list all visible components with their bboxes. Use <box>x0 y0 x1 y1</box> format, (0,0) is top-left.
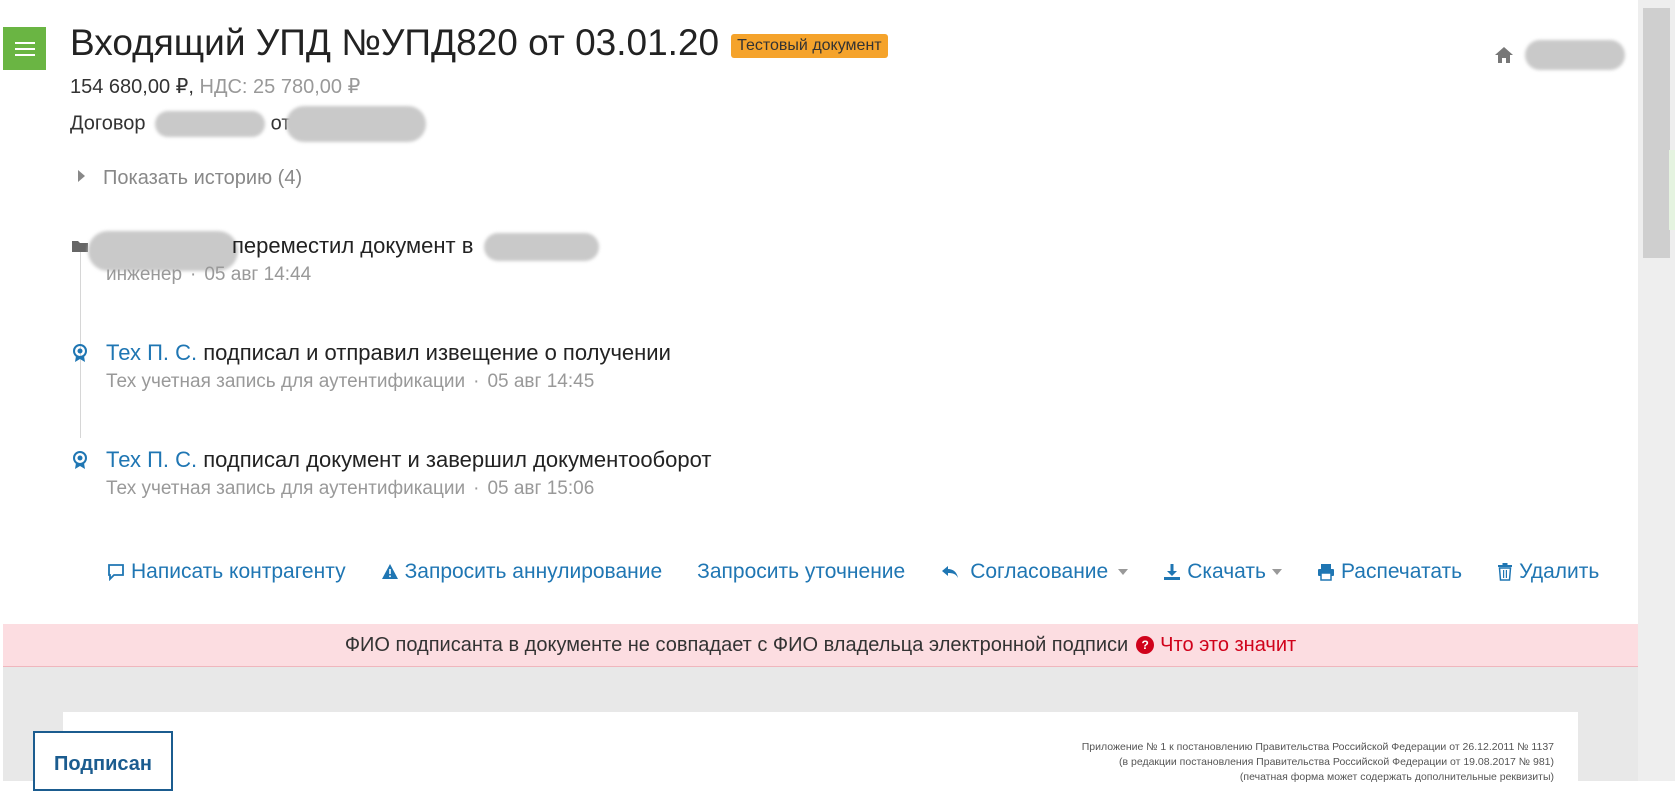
write-counterparty-button[interactable]: Написать контрагенту <box>107 560 346 584</box>
event-time: 05 авг 14:44 <box>204 264 312 285</box>
redacted-org-name <box>1525 40 1625 70</box>
signed-stamp: Подписан <box>33 731 173 791</box>
signer-mismatch-warning: ФИО подписанта в документе не совпадает … <box>3 624 1638 667</box>
vat-value: НДС: 25 780,00 ₽ <box>199 76 361 98</box>
request-clarification-button[interactable]: Запросить уточнение <box>697 560 905 584</box>
warning-text: ФИО подписанта в документе не совпадает … <box>344 633 1129 656</box>
request-cancel-label: Запросить аннулирование <box>404 560 663 583</box>
document-sum: 154 680,00 ₽, НДС: 25 780,00 ₽ <box>70 74 360 99</box>
request-cancel-button[interactable]: Запросить аннулирование <box>381 560 663 584</box>
scrollbar[interactable] <box>1638 0 1675 781</box>
write-counterparty-label: Написать контрагенту <box>131 560 346 583</box>
print-button[interactable]: Распечатать <box>1317 560 1462 584</box>
chevron-down-icon <box>1271 569 1282 575</box>
redacted-contract-date <box>286 106 427 142</box>
event-role: инженер <box>106 264 183 285</box>
event-action: подписал документ и завершил документооб… <box>203 447 712 472</box>
home-icon <box>1495 47 1513 63</box>
comment-icon <box>108 564 124 581</box>
question-icon: ? <box>1136 636 1155 654</box>
approval-dropdown[interactable]: Согласование <box>940 560 1129 584</box>
event-action: подписал и отправил извещение о получени… <box>203 340 671 365</box>
document-header: Входящий УПД №УПД820 от 03.01.20 Тестовы… <box>70 22 888 64</box>
print-label: Распечатать <box>1340 560 1463 583</box>
chevron-down-icon <box>1118 569 1129 575</box>
what-it-means-link[interactable]: Что это значит <box>1160 634 1296 657</box>
show-history-toggle[interactable]: Показать историю (4) <box>78 167 302 190</box>
event-role: Тех учетная запись для аутентификации <box>106 371 466 392</box>
document-actions: Написать контрагенту Запросить аннулиров… <box>107 560 1599 584</box>
contract-line: Договор от <box>70 106 427 142</box>
contract-prefix: Договор <box>70 112 146 135</box>
delete-button[interactable]: Удалить <box>1497 560 1599 584</box>
delete-label: Удалить <box>1519 560 1600 583</box>
award-icon <box>73 451 87 469</box>
sum-value: 154 680,00 ₽, <box>70 76 194 98</box>
award-icon <box>73 344 87 362</box>
download-label: Скачать <box>1187 560 1266 583</box>
approval-label: Согласование <box>970 560 1109 583</box>
show-history-label: Показать историю (4) <box>103 167 303 189</box>
page-title: Входящий УПД №УПД820 от 03.01.20 <box>70 22 720 63</box>
test-document-badge: Тестовый документ <box>731 34 888 58</box>
hamburger-icon <box>14 41 35 57</box>
event-time: 05 авг 14:45 <box>487 371 595 392</box>
print-icon <box>1317 564 1334 581</box>
download-icon <box>1164 564 1181 580</box>
event-actor-link[interactable]: Тех П. С. <box>106 447 197 472</box>
event-role: Тех учетная запись для аутентификации <box>106 478 466 499</box>
download-dropdown[interactable]: Скачать <box>1163 560 1282 584</box>
request-clarification-label: Запросить уточнение <box>697 560 906 583</box>
redacted-contract-number <box>155 111 266 137</box>
trash-icon <box>1498 563 1513 581</box>
document-preview-area: Приложение № 1 к постановлению Правитель… <box>3 667 1638 792</box>
org-selector[interactable] <box>1493 40 1625 70</box>
redacted-folder <box>483 233 599 262</box>
event-action: переместил документ в <box>232 233 474 258</box>
scrollbar-thumb[interactable] <box>1643 8 1670 258</box>
document-page: Приложение № 1 к постановлению Правитель… <box>63 712 1578 792</box>
event-time: 05 авг 15:06 <box>487 478 595 499</box>
event-actor-link[interactable]: Тех П. С. <box>106 340 197 365</box>
side-panel-edge <box>1669 150 1675 230</box>
caret-right-icon <box>78 169 85 182</box>
folder-icon <box>72 241 88 252</box>
reply-icon <box>942 566 959 578</box>
warning-icon <box>381 564 398 579</box>
menu-button[interactable] <box>3 27 46 70</box>
document-legal-note: Приложение № 1 к постановлению Правитель… <box>1081 741 1554 783</box>
